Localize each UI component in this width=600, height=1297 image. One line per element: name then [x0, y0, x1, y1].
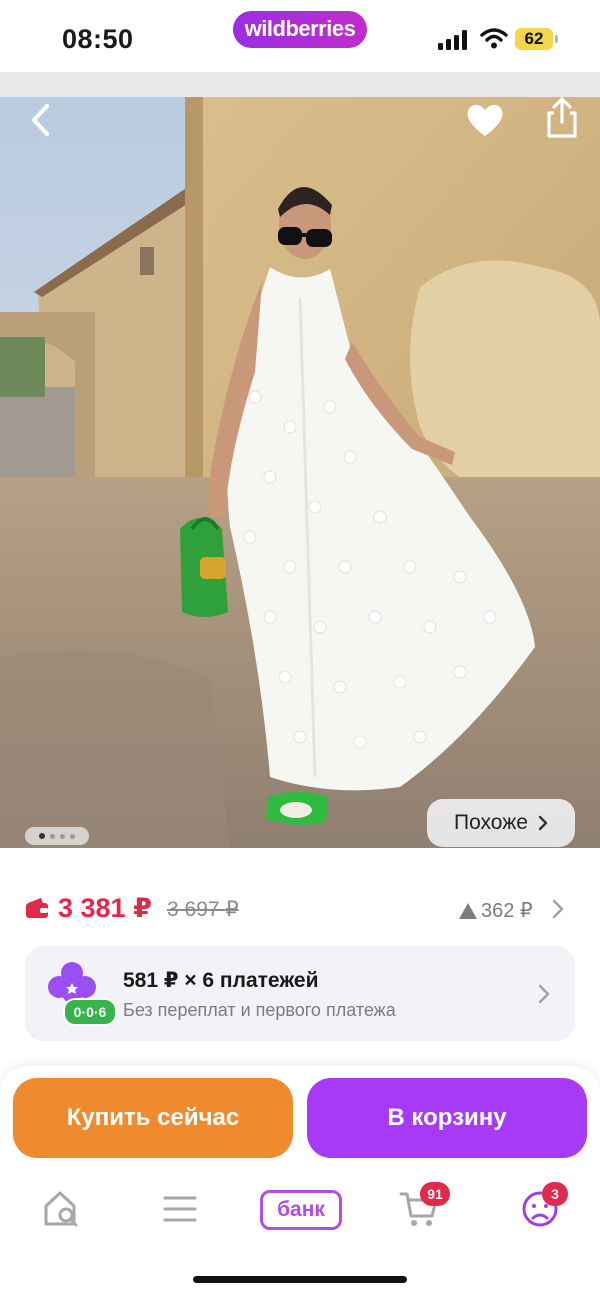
product-photo-illustration [0, 97, 600, 848]
status-time: 08:50 [62, 24, 134, 54]
installment-badge: 0·0·6 [63, 998, 117, 1026]
share-icon[interactable] [542, 96, 582, 140]
price-change[interactable]: 362 ₽ [459, 898, 533, 923]
status-bar: 08:50 wildberries 62 [0, 0, 600, 72]
menu-icon[interactable] [161, 1188, 199, 1230]
chevron-right-icon [538, 984, 550, 1004]
installment-card[interactable]: 0·0·6 581 ₽ × 6 платежей Без переплат и … [25, 946, 575, 1041]
triangle-up-icon [459, 902, 477, 919]
bank-tab[interactable]: банк [260, 1190, 342, 1230]
back-icon[interactable] [22, 100, 62, 140]
heart-icon[interactable] [464, 100, 506, 140]
wallet-icon [26, 898, 48, 918]
similar-button[interactable]: Похоже [427, 799, 575, 847]
old-price: 3 697 ₽ [167, 898, 239, 921]
chevron-right-icon [538, 815, 548, 831]
gallery-dot[interactable] [70, 833, 75, 839]
battery-icon: 62 [515, 28, 553, 50]
gallery-dot[interactable] [39, 833, 45, 839]
brand-logo-pill[interactable]: wildberries [233, 11, 367, 48]
home-indicator [193, 1276, 407, 1283]
similar-label: Похоже [454, 811, 528, 834]
buy-now-button[interactable]: Купить сейчас [13, 1078, 293, 1158]
installment-subtitle: Без переплат и первого платежа [123, 1000, 396, 1020]
price-change-value: 362 ₽ [481, 900, 533, 922]
battery-tip [555, 35, 558, 43]
chevron-right-icon[interactable] [551, 898, 565, 920]
cart-count-badge: 91 [420, 1182, 450, 1206]
product-image[interactable] [0, 97, 600, 848]
profile-count-badge: 3 [542, 1182, 568, 1206]
wifi-icon [480, 28, 508, 49]
sheet-top-band [0, 72, 600, 97]
current-price: 3 381 ₽ [58, 893, 152, 923]
cellular-signal-icon [438, 30, 467, 50]
gallery-dot[interactable] [50, 833, 55, 839]
gallery-dot[interactable] [60, 833, 65, 839]
home-search-icon[interactable] [42, 1188, 80, 1230]
gallery-pagination[interactable] [25, 827, 89, 845]
installment-title: 581 ₽ × 6 платежей [123, 969, 319, 992]
add-to-cart-button[interactable]: В корзину [307, 1078, 587, 1158]
